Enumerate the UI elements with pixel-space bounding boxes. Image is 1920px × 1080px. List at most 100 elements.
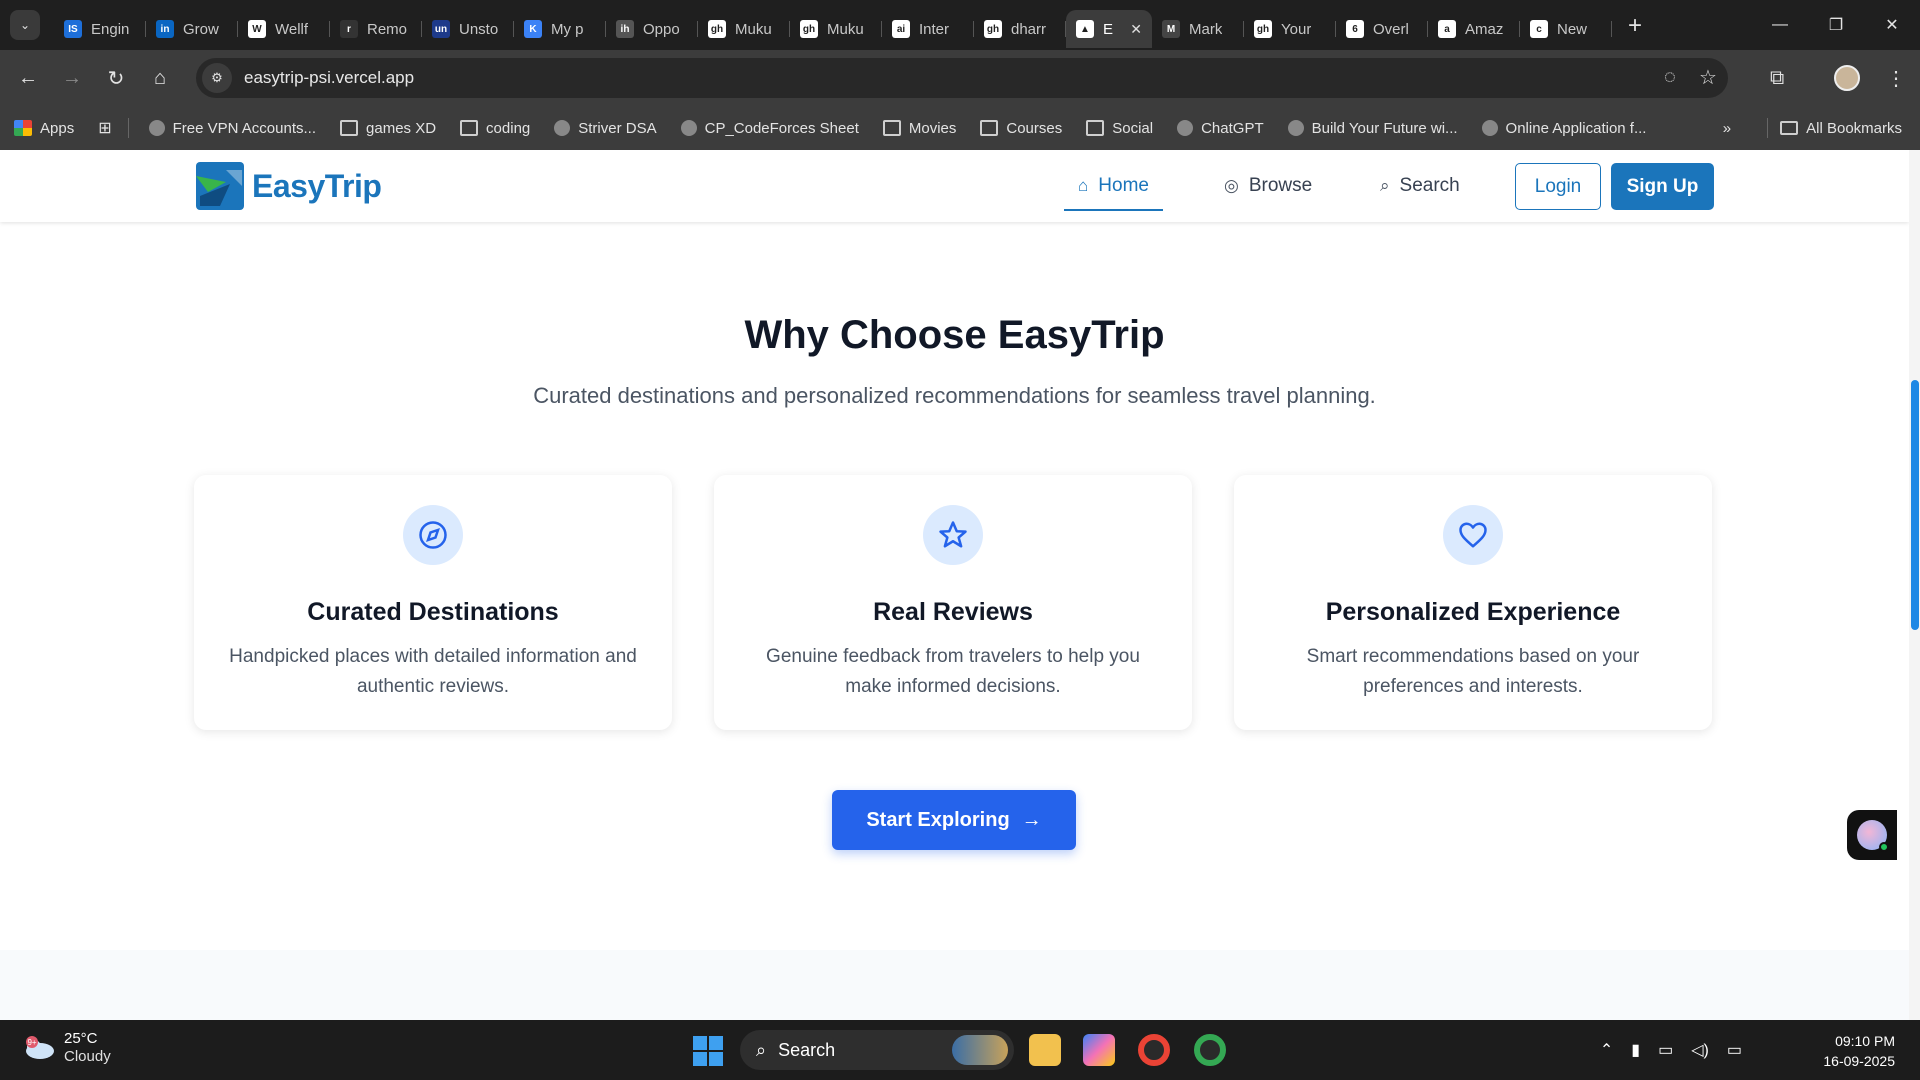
- file-explorer-icon[interactable]: [1029, 1034, 1061, 1066]
- close-tab-icon[interactable]: ✕: [1130, 21, 1142, 38]
- system-clock[interactable]: 09:10 PM 16-09-2025: [1823, 1031, 1895, 1071]
- back-icon[interactable]: ←: [6, 67, 50, 90]
- browser-tab[interactable]: in Grow: [146, 10, 238, 48]
- browser-tab[interactable]: c New: [1520, 10, 1612, 48]
- card-description: Handpicked places with detailed informat…: [229, 646, 637, 697]
- menu-icon[interactable]: ⋮: [1886, 50, 1906, 106]
- browser-tab[interactable]: gh Muku: [790, 10, 882, 48]
- bookmark-star-icon[interactable]: ☆: [1699, 65, 1717, 90]
- bookmark-item[interactable]: Social: [1086, 120, 1153, 137]
- browser-tab[interactable]: 6 Overl: [1336, 10, 1428, 48]
- chat-assistant-button[interactable]: [1847, 810, 1897, 860]
- volume-icon[interactable]: ◁): [1691, 1040, 1709, 1060]
- browser-tab[interactable]: gh dharr: [974, 10, 1066, 48]
- card-description: Genuine feedback from travelers to help …: [766, 646, 1140, 697]
- battery-icon[interactable]: ▭: [1727, 1040, 1742, 1060]
- url-text[interactable]: easytrip-psi.vercel.app: [244, 68, 414, 88]
- browser-tab[interactable]: r Remo: [330, 10, 422, 48]
- tab-groups-icon[interactable]: ⊞: [98, 118, 111, 138]
- tab-favicon-icon: gh: [984, 20, 1002, 38]
- clock-time: 09:10 PM: [1835, 1033, 1895, 1049]
- browser-tab[interactable]: ai Inter: [882, 10, 974, 48]
- restore-icon[interactable]: ❐: [1808, 15, 1864, 35]
- browser-tab[interactable]: gh Your: [1244, 10, 1336, 48]
- reload-icon[interactable]: ↻: [94, 66, 138, 91]
- bookmark-item[interactable]: Build Your Future wi...: [1287, 119, 1458, 137]
- signup-button[interactable]: Sign Up: [1611, 163, 1714, 210]
- folder-icon: [1780, 121, 1799, 135]
- more-bookmarks-icon[interactable]: »: [1723, 120, 1731, 137]
- tab-title: Mark: [1189, 20, 1223, 38]
- card-title: Personalized Experience: [1325, 598, 1621, 626]
- window-controls: — ❐ ✕: [1752, 0, 1920, 50]
- weather-temp: 25°C: [64, 1030, 98, 1047]
- chevron-up-icon[interactable]: ⌃: [1600, 1040, 1613, 1060]
- card-description: Smart recommendations based on your pref…: [1306, 646, 1640, 697]
- home-icon[interactable]: ⌂: [138, 67, 182, 90]
- compass-icon: [403, 505, 463, 565]
- bookmark-item[interactable]: Striver DSA: [554, 120, 657, 137]
- new-tab-icon[interactable]: +: [1628, 12, 1642, 40]
- bookmark-item[interactable]: ChatGPT: [1177, 120, 1264, 137]
- audio-levels-icon[interactable]: ▮: [1631, 1040, 1640, 1060]
- bookmark-label: Courses: [1006, 119, 1063, 137]
- nav-home[interactable]: ⌂ Home: [1064, 150, 1163, 222]
- site-favicon-icon: [1481, 120, 1498, 136]
- bookmark-item[interactable]: Courses: [980, 120, 1062, 137]
- tab-favicon-icon: gh: [708, 20, 726, 38]
- bookmark-label: Movies: [908, 119, 957, 137]
- close-window-icon[interactable]: ✕: [1864, 15, 1920, 35]
- browser-tab[interactable]: M Mark: [1152, 10, 1244, 48]
- browser-tab[interactable]: gh Muku: [698, 10, 790, 48]
- browser-tab[interactable]: K My p: [514, 10, 606, 48]
- apps-grid-icon: [14, 120, 32, 136]
- browser-tab[interactable]: un Unsto: [422, 10, 514, 48]
- windows-start-icon[interactable]: [693, 1036, 723, 1066]
- address-bar[interactable]: ⚙ easytrip-psi.vercel.app ◌ ☆: [196, 58, 1728, 98]
- forward-icon[interactable]: →: [50, 67, 94, 90]
- bookmark-item[interactable]: games XD: [340, 120, 436, 137]
- profile-avatar[interactable]: [1834, 50, 1860, 106]
- tab-search-icon[interactable]: ⌄: [10, 10, 40, 40]
- tab-title: New: [1557, 20, 1588, 38]
- eye-off-icon[interactable]: ◌: [1664, 66, 1676, 89]
- nav-browse[interactable]: ◎ Browse: [1224, 150, 1312, 222]
- browser-tab[interactable]: W Wellf: [238, 10, 330, 48]
- bookmark-label: Build Your Future wi...: [1311, 119, 1458, 137]
- chrome-dev-icon[interactable]: [1194, 1034, 1226, 1066]
- tab-title: Your: [1281, 20, 1312, 38]
- bookmark-item[interactable]: Apps: [14, 120, 74, 137]
- site-info-icon[interactable]: ⚙: [202, 63, 232, 93]
- brand-name: EasyTrip: [252, 167, 382, 204]
- network-icon[interactable]: ▭: [1658, 1040, 1673, 1060]
- browser-tab[interactable]: ▲ E ✕: [1066, 10, 1152, 48]
- chrome-icon[interactable]: [1138, 1034, 1170, 1066]
- page-viewport: EasyTrip ⌂ Home ◎ Browse ⌕ Search Login …: [0, 150, 1909, 1020]
- bookmark-item[interactable]: CP_CodeForces Sheet: [680, 120, 859, 137]
- page-scrollbar[interactable]: [1909, 150, 1920, 1020]
- browser-tab[interactable]: ih Oppo: [606, 10, 698, 48]
- extensions-icon[interactable]: ⧉: [1770, 50, 1784, 106]
- nav-search[interactable]: ⌕ Search: [1380, 150, 1460, 222]
- nav-home-label: Home: [1098, 175, 1149, 196]
- bookmark-item[interactable]: Free VPN Accounts...: [148, 120, 316, 137]
- windows-taskbar: 9+ 25°C Cloudy ⌕ Search ⌃ ▮ ▭ ◁) ▭ 09:10…: [0, 1020, 1920, 1080]
- bookmark-item[interactable]: Online Application f...: [1481, 120, 1646, 137]
- search-icon: ⌕: [1380, 176, 1390, 195]
- bookmark-item[interactable]: coding: [460, 120, 530, 137]
- site-logo[interactable]: EasyTrip: [196, 162, 382, 210]
- minimize-icon[interactable]: —: [1752, 16, 1808, 34]
- all-bookmarks-link[interactable]: All Bookmarks: [1806, 120, 1902, 137]
- section-subtitle: Curated destinations and personalized re…: [533, 383, 1376, 408]
- login-button[interactable]: Login: [1515, 163, 1601, 210]
- copilot-icon[interactable]: [1083, 1034, 1115, 1066]
- bookmark-label: Apps: [40, 119, 75, 137]
- weather-widget[interactable]: 9+ 25°C Cloudy: [22, 1030, 111, 1066]
- browser-tab[interactable]: a Amaz: [1428, 10, 1520, 48]
- browser-tab[interactable]: IS Engin: [54, 10, 146, 48]
- nav-search-label: Search: [1399, 175, 1460, 196]
- start-exploring-button[interactable]: Start Exploring →: [832, 790, 1076, 850]
- taskbar-search[interactable]: ⌕ Search: [740, 1030, 1014, 1070]
- tab-favicon-icon: 6: [1346, 20, 1364, 38]
- bookmark-item[interactable]: Movies: [882, 119, 957, 137]
